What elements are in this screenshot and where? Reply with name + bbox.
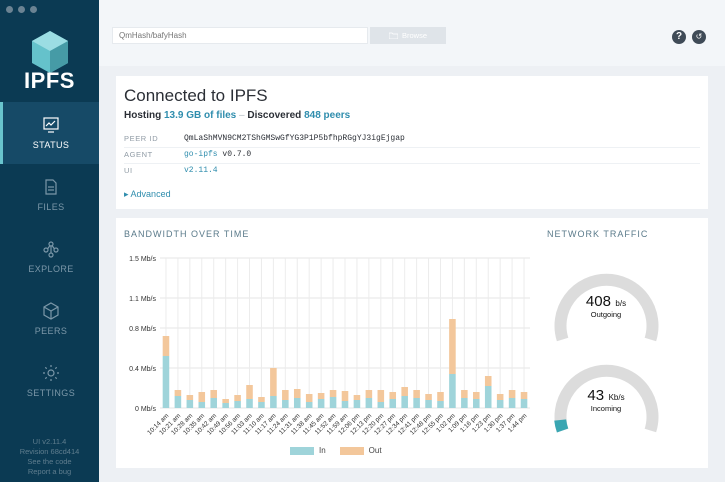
outgoing-value: 408	[585, 293, 611, 310]
incoming-gauge-fill	[554, 419, 569, 433]
incoming-label: Incoming	[590, 404, 622, 413]
incoming-unit: Kb/s	[608, 393, 625, 402]
incoming-value: 43	[587, 387, 605, 404]
incoming-readout: 43 Kb/s Incoming	[546, 387, 666, 413]
outgoing-label: Outgoing	[590, 310, 622, 319]
outgoing-unit: b/s	[615, 299, 627, 308]
outgoing-readout: 408 b/s Outgoing	[546, 293, 666, 319]
